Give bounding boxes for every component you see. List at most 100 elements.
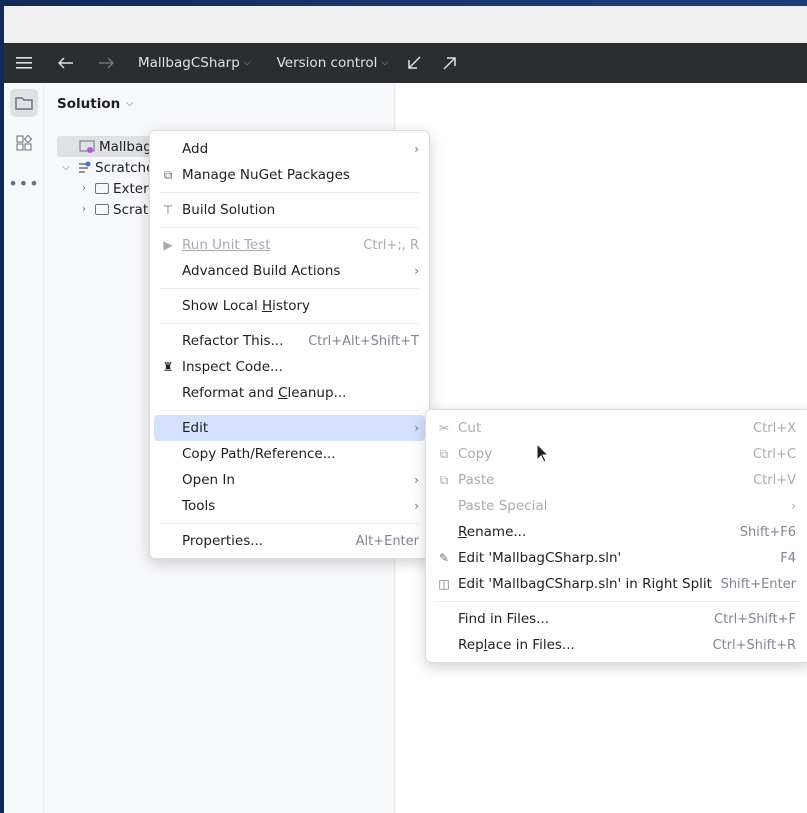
pencil-icon: ✎ bbox=[438, 551, 450, 565]
menu-item-edit-split[interactable]: ◫ Edit 'MallbagCSharp.sln' in Right Spli… bbox=[426, 571, 807, 597]
mouse-cursor-icon bbox=[536, 443, 548, 463]
menu-item-label: Refactor This... bbox=[182, 333, 284, 349]
menu-item-run-unit-tests[interactable]: ▶ Run Unit Test Ctrl+;, R bbox=[150, 232, 429, 258]
menu-separator bbox=[160, 192, 419, 193]
copy-icon: ⧉ bbox=[439, 446, 449, 461]
vcs-selector[interactable]: Version control ⌵ bbox=[269, 49, 397, 77]
project-name: MallbagCSharp bbox=[138, 55, 240, 71]
title-bar bbox=[4, 6, 807, 43]
panel-header[interactable]: Solution ⌵ bbox=[45, 83, 394, 125]
menu-item-build-solution[interactable]: ⊤ Build Solution bbox=[150, 197, 429, 223]
main-menu-button[interactable] bbox=[4, 49, 44, 77]
tree-item-scratches[interactable]: ⌵ Scratche bbox=[59, 157, 154, 178]
menu-item-refactor[interactable]: Refactor This... Ctrl+Alt+Shift+T bbox=[150, 328, 429, 354]
hammer-icon: ⊤ bbox=[162, 203, 174, 217]
menu-shortcut: Ctrl+X bbox=[753, 420, 796, 436]
scratches-icon bbox=[79, 161, 91, 173]
menu-shortcut: Alt+Enter bbox=[355, 533, 419, 549]
menu-item-edit-sln[interactable]: ✎ Edit 'MallbagCSharp.sln' F4 bbox=[426, 545, 807, 571]
expand-button[interactable] bbox=[432, 49, 468, 77]
chevron-right-icon: › bbox=[414, 142, 419, 156]
tree-item-label: Scratche bbox=[95, 159, 155, 176]
menu-item-cut[interactable]: ✂ Cut Ctrl+X bbox=[426, 415, 807, 441]
context-menu: Add › ⧉ Manage NuGet Packages ⊤ Build So… bbox=[149, 130, 430, 559]
folder-icon bbox=[95, 183, 109, 194]
menu-item-reformat[interactable]: Reformat and Cleanup... bbox=[150, 380, 429, 406]
tree-item-scratch[interactable]: › Scrat bbox=[77, 199, 148, 220]
more-tools-button[interactable]: ••• bbox=[8, 169, 40, 197]
menu-item-label: Reformat and Cleanup... bbox=[182, 385, 346, 401]
scissors-icon: ✂ bbox=[438, 421, 450, 435]
paste-icon: ⧉ bbox=[439, 472, 449, 487]
menu-item-label: Copy Path/Reference... bbox=[182, 446, 336, 462]
label-part: ename... bbox=[466, 524, 527, 540]
chevron-right-icon: › bbox=[82, 183, 86, 194]
menu-shortcut: Ctrl+;, R bbox=[363, 237, 419, 253]
collapse-button[interactable] bbox=[396, 49, 432, 77]
menu-item-label: Cut bbox=[458, 420, 482, 436]
menu-item-open-in[interactable]: Open In › bbox=[150, 467, 429, 493]
menu-item-find-in-files[interactable]: Find in Files... Ctrl+Shift+F bbox=[426, 606, 807, 632]
structure-tool-button[interactable] bbox=[10, 129, 38, 157]
menu-item-label: Paste bbox=[458, 472, 495, 488]
menu-item-copy-path[interactable]: Copy Path/Reference... bbox=[150, 441, 429, 467]
menu-separator bbox=[160, 523, 419, 524]
menu-item-label: Find in Files... bbox=[458, 611, 550, 627]
menu-separator bbox=[160, 323, 419, 324]
label-part: Show Local bbox=[182, 298, 262, 314]
menu-item-inspect-code[interactable]: ♜ Inspect Code... bbox=[150, 354, 429, 380]
menu-shortcut: Ctrl+Shift+R bbox=[712, 637, 797, 653]
menu-item-paste-special[interactable]: Paste Special › bbox=[426, 493, 807, 519]
menu-item-copy[interactable]: ⧉ Copy Ctrl+C bbox=[426, 441, 807, 467]
menu-item-label: Edit bbox=[182, 420, 209, 436]
menu-item-replace-in-files[interactable]: Replace in Files... Ctrl+Shift+R bbox=[426, 632, 807, 658]
menu-item-local-history[interactable]: Show Local History bbox=[150, 293, 429, 319]
label-part: leanup... bbox=[287, 385, 347, 401]
menu-separator bbox=[160, 288, 419, 289]
menu-item-label: Inspect Code... bbox=[182, 359, 283, 375]
menu-item-add[interactable]: Add › bbox=[150, 136, 429, 162]
solution-icon bbox=[79, 140, 95, 153]
menu-shortcut: Shift+F6 bbox=[739, 524, 796, 540]
menu-item-label: Properties... bbox=[182, 533, 264, 549]
chevron-right-icon: › bbox=[414, 473, 419, 487]
play-icon: ▶ bbox=[163, 238, 173, 252]
label-mnemonic: R bbox=[458, 524, 467, 540]
more-icon: ••• bbox=[8, 173, 40, 193]
menu-shortcut: Ctrl+V bbox=[753, 472, 796, 488]
structure-icon bbox=[16, 135, 32, 151]
chevron-right-icon: › bbox=[414, 264, 419, 278]
project-tool-button[interactable] bbox=[10, 89, 38, 117]
arrow-down-left-icon bbox=[408, 56, 421, 69]
chevron-down-icon: ⌵ bbox=[243, 58, 251, 68]
menu-item-advanced-build[interactable]: Advanced Build Actions › bbox=[150, 258, 429, 284]
menu-item-paste[interactable]: ⧉ Paste Ctrl+V bbox=[426, 467, 807, 493]
tree-item-label: Scrat bbox=[113, 201, 149, 218]
label-mnemonic: H bbox=[262, 298, 273, 314]
menu-item-edit[interactable]: Edit › bbox=[154, 415, 425, 441]
project-selector[interactable]: MallbagCSharp ⌵ bbox=[130, 49, 259, 77]
menu-item-tools[interactable]: Tools › bbox=[150, 493, 429, 519]
tool-window-strip: ••• bbox=[4, 83, 44, 813]
chevron-right-icon: › bbox=[791, 499, 796, 513]
main-toolbar: MallbagCSharp ⌵ Version control ⌵ bbox=[4, 43, 807, 83]
folder-icon bbox=[95, 204, 109, 215]
label-part: istory bbox=[272, 298, 311, 314]
menu-item-label: Paste Special bbox=[458, 498, 548, 514]
menu-item-label: Copy bbox=[458, 446, 493, 462]
menu-item-nuget[interactable]: ⧉ Manage NuGet Packages bbox=[150, 162, 429, 188]
menu-item-label: Manage NuGet Packages bbox=[182, 167, 350, 183]
menu-item-label: Edit 'MallbagCSharp.sln' bbox=[458, 550, 622, 566]
tree-item-external[interactable]: › Exter bbox=[77, 178, 149, 199]
back-button[interactable] bbox=[44, 49, 88, 77]
chevron-right-icon: › bbox=[82, 204, 86, 215]
menu-item-label: Add bbox=[182, 141, 209, 157]
menu-item-properties[interactable]: Properties... Alt+Enter bbox=[150, 528, 429, 554]
menu-shortcut: Ctrl+C bbox=[752, 446, 796, 462]
edit-submenu: ✂ Cut Ctrl+X ⧉ Copy Ctrl+C ⧉ Paste Ctrl+… bbox=[425, 409, 807, 663]
forward-button[interactable] bbox=[88, 49, 124, 77]
menu-item-rename[interactable]: Rename... Shift+F6 bbox=[426, 519, 807, 545]
label-mnemonic: C bbox=[278, 385, 288, 401]
nuget-icon: ⧉ bbox=[163, 167, 173, 182]
menu-shortcut: F4 bbox=[780, 550, 796, 566]
